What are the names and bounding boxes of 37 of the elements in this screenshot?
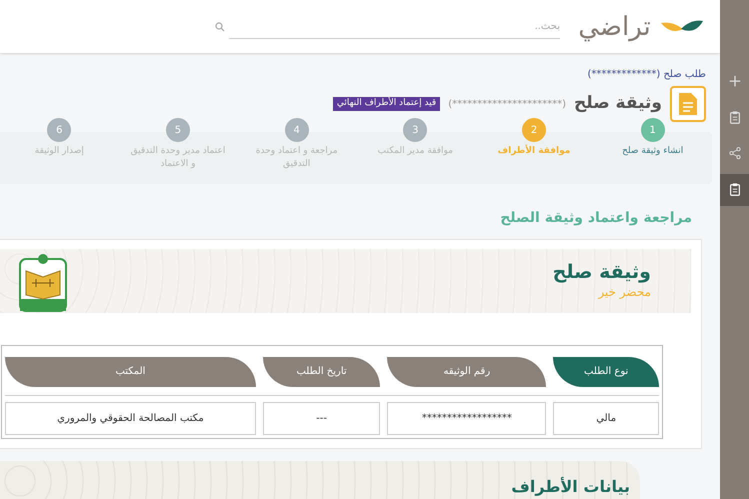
table-cell: --- (262, 402, 380, 435)
step-label: انشاء وثيقة صلح (621, 145, 684, 158)
page-title: وثيقة صلح (574, 92, 662, 116)
logo-text: تراضي (578, 14, 651, 40)
section-heading: مراجعة واعتماد وثيقة الصلح (499, 208, 692, 228)
column-header: نوع الطلب (553, 356, 659, 387)
search-icon (215, 22, 225, 32)
column-header: رقم الوثيقه (387, 356, 546, 387)
step-label: إصدار الوثيقة (34, 145, 85, 158)
step-number: 3 (403, 118, 428, 142)
step-number: 4 (284, 118, 309, 142)
step-label: موافقة مدير المكتب (376, 145, 454, 158)
table-cell: مكتب المصالحة الحقوقي والمروري (5, 402, 256, 435)
status-badge: قيد إعتماد الأطراف النهائي (332, 97, 440, 111)
table-cell: مالي (553, 402, 659, 435)
document-number: (**********************) (448, 98, 566, 112)
document-title: وثيقة صلح (552, 261, 651, 285)
step-label: موافقة الأطراف (496, 145, 572, 158)
share-icon (728, 147, 742, 161)
clipboard-icon (728, 111, 742, 125)
step-number: 1 (640, 118, 665, 142)
document-subtitle: محضر خير (596, 284, 651, 300)
sidebar-button[interactable] (720, 174, 749, 206)
document-icon (670, 86, 706, 122)
step-number: 2 (522, 118, 546, 142)
plus-icon (728, 75, 742, 89)
section-heading: بيانات الأطراف (511, 476, 630, 498)
table-cell: ****************** (387, 402, 546, 435)
step-number: 6 (47, 118, 72, 142)
search-field[interactable]: بحث.. (229, 14, 560, 38)
column-header: تاريخ الطلب (262, 356, 380, 387)
clipboard-icon (728, 183, 742, 197)
breadcrumb-link[interactable]: طلب صلح (*************) (587, 67, 706, 82)
step-number: 5 (166, 118, 190, 142)
step-label: اعتماد مدير وحدة التدقيق و الاعتماد (130, 145, 226, 171)
step-label: مراجعة و اعتماد وحدة التدقيق (254, 145, 339, 171)
column-header: المكتب (5, 356, 256, 387)
